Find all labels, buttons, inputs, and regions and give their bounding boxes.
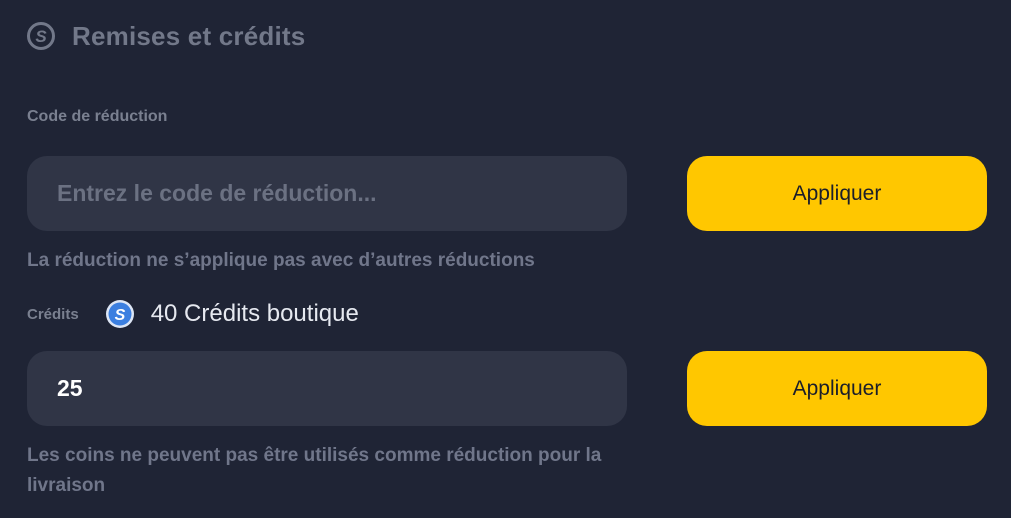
- credits-row: Crédits S 40 Crédits boutique: [27, 298, 359, 330]
- credits-label: Crédits: [27, 305, 79, 323]
- section-header: S Remises et crédits: [26, 20, 305, 52]
- credits-note: Les coins ne peuvent pas être utilisés c…: [27, 445, 602, 496]
- section-title: Remises et crédits: [72, 20, 306, 51]
- discount-note: La réduction ne s’applique pas avec d’au…: [27, 250, 535, 271]
- credits-amount-field[interactable]: [27, 351, 627, 426]
- apply-discount-button[interactable]: Appliquer: [687, 156, 987, 231]
- coin-s-icon: S: [27, 22, 55, 50]
- discount-code-input[interactable]: [57, 180, 597, 207]
- credits-amount-input[interactable]: [57, 375, 597, 402]
- svg-text:S: S: [35, 27, 47, 46]
- credits-balance: 40 Crédits boutique: [150, 300, 359, 327]
- discount-code-label: Code de réduction: [27, 108, 168, 125]
- shop-credit-coin-icon: S: [105, 300, 134, 328]
- svg-text:S: S: [114, 307, 125, 324]
- discount-code-field[interactable]: [27, 156, 627, 231]
- apply-credits-button[interactable]: Appliquer: [687, 351, 987, 426]
